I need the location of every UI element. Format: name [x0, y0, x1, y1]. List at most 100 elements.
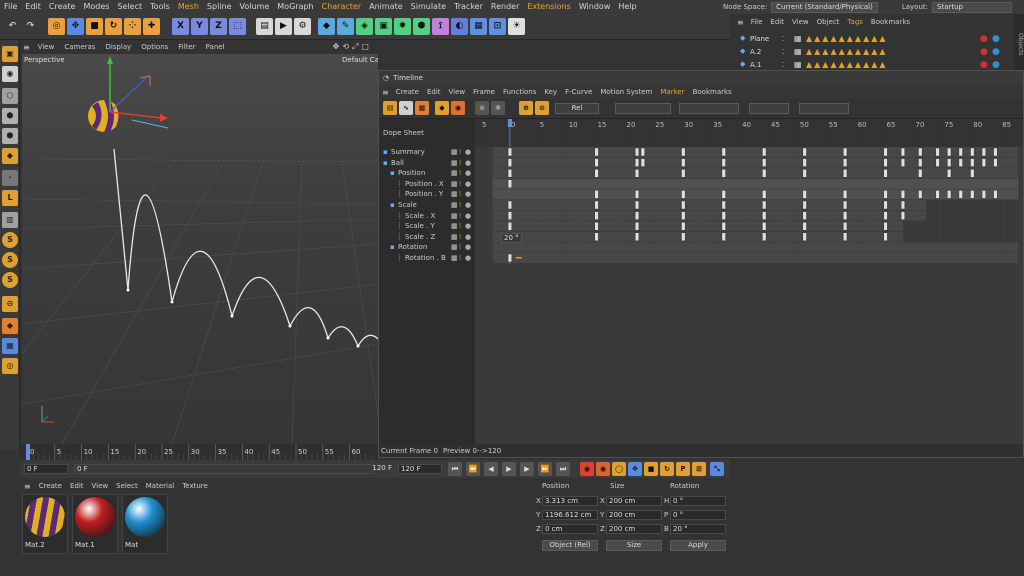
visibility-dots-icon[interactable]: ⁚ [782, 61, 784, 69]
keyframe[interactable] [883, 190, 888, 199]
material-ball-icon[interactable]: ● [980, 47, 988, 57]
keyframe[interactable] [635, 147, 640, 157]
y-axis-icon[interactable]: Y [191, 18, 208, 35]
grid-icon[interactable]: ▦ [2, 338, 18, 354]
keyframe[interactable] [594, 147, 599, 157]
keyframe[interactable] [993, 158, 998, 167]
track-lock-icon[interactable]: ⁞ [459, 242, 461, 252]
rotate-icon[interactable]: ↻ [105, 18, 122, 35]
keyframe[interactable] [721, 169, 726, 178]
keyframe[interactable] [802, 211, 807, 220]
keyframe[interactable] [883, 232, 888, 242]
deformer-icon[interactable]: ⟟ [432, 18, 449, 35]
objmgr-menu-tags[interactable]: Tags [843, 18, 867, 26]
keyframe[interactable] [843, 232, 848, 242]
keyframe[interactable] [507, 200, 512, 210]
keyframe[interactable] [918, 147, 923, 157]
keyframe[interactable] [958, 147, 963, 157]
solo-icon[interactable]: S [2, 232, 18, 248]
material-tags-icon[interactable]: ▲▲▲▲▲▲▲▲▲▲ [806, 47, 888, 56]
viewport-menu-options[interactable]: Options [136, 43, 173, 51]
pen-icon[interactable]: ✎ [337, 18, 354, 35]
menu-mograph[interactable]: MoGraph [273, 0, 317, 14]
material-tags-icon[interactable]: ▲▲▲▲▲▲▲▲▲▲ [806, 60, 888, 69]
timeline-menu-frame[interactable]: Frame [469, 88, 499, 96]
keyframe[interactable] [681, 221, 686, 231]
track-row[interactable]: ▪ Position ▦ ⁞ ● [379, 168, 475, 178]
material-hamburger-icon[interactable]: ≡ [20, 482, 35, 491]
fcurve-mode-icon[interactable]: ∿ [399, 101, 413, 115]
track-lock-icon[interactable]: ⁞ [459, 179, 461, 189]
track-lane[interactable] [492, 189, 1019, 200]
keyframe[interactable] [681, 200, 686, 210]
keyframe[interactable] [594, 169, 599, 178]
keyframe[interactable] [594, 221, 599, 231]
track-lane[interactable] [492, 253, 1019, 263]
keyframe[interactable] [635, 190, 640, 199]
key-param-icon[interactable]: P [676, 462, 690, 476]
keyframe[interactable] [594, 158, 599, 167]
time-slider-head[interactable] [26, 444, 30, 460]
track-toggle-icon[interactable]: ▦ [451, 189, 458, 199]
move-icon[interactable]: ✥ [67, 18, 84, 35]
track-toggle-icon[interactable]: ▦ [451, 211, 458, 221]
objmgr-menu-file[interactable]: File [747, 18, 767, 26]
light-icon[interactable]: ☀ [508, 18, 525, 35]
object-row[interactable]: ◆ Plane ⁚ ▦ ▲▲▲▲▲▲▲▲▲▲ ● ● [734, 34, 1020, 46]
keyframe[interactable] [681, 211, 686, 220]
key-pla-icon[interactable]: ⊞ [692, 462, 706, 476]
material-swatch[interactable]: Mat.2 [22, 494, 68, 554]
track-toggle-icon[interactable]: ▦ [451, 147, 458, 157]
menu-simulate[interactable]: Simulate [407, 0, 450, 14]
track-lock-icon[interactable]: ⁞ [459, 158, 461, 168]
keyframe[interactable] [900, 211, 905, 220]
menu-modes[interactable]: Modes [79, 0, 113, 14]
track-solo-icon[interactable]: ● [465, 232, 471, 242]
dope-sheet-area[interactable]: 5 0 5 10 15 20 25 30 35 40 45 50 55 60 65 70 75 80 85 20 ° [475, 119, 1023, 444]
environment-icon[interactable]: ▦ [470, 18, 487, 35]
keyframe[interactable] [802, 200, 807, 210]
keyframe[interactable] [900, 200, 905, 210]
keyframe[interactable] [507, 211, 512, 220]
keyframe[interactable] [681, 190, 686, 199]
material-ball-icon[interactable]: ● [992, 47, 1000, 57]
matmgr-menu-texture[interactable]: Texture [178, 482, 212, 490]
keyframe[interactable] [935, 147, 940, 157]
keyframe[interactable] [721, 158, 726, 167]
keyframe[interactable] [970, 169, 975, 178]
size-field[interactable]: 200 cm [606, 510, 662, 520]
track-lane[interactable] [492, 210, 927, 221]
viewport-menu-cameras[interactable]: Cameras [59, 43, 100, 51]
keyframe[interactable] [635, 211, 640, 220]
coordinate-system-icon[interactable]: ⬚ [229, 18, 246, 35]
keyframe[interactable] [635, 200, 640, 210]
menu-file[interactable]: File [0, 0, 21, 14]
track-solo-icon[interactable]: ● [465, 211, 471, 221]
track-row[interactable]: ┊ Scale . X ▦ ⁞ ● [379, 211, 475, 221]
key-mode-icon[interactable]: ◆ [435, 101, 449, 115]
track-lock-icon[interactable]: ⁞ [459, 189, 461, 199]
timeline-titlebar[interactable]: ◔ Timeline [379, 71, 1023, 85]
key-break-buttons[interactable] [799, 103, 849, 114]
track-lock-icon[interactable]: ⁞ [459, 221, 461, 231]
track-solo-icon[interactable]: ● [465, 158, 471, 168]
key-interp-buttons[interactable] [615, 103, 671, 114]
objmgr-menu-bookmarks[interactable]: Bookmarks [867, 18, 914, 26]
keyframe[interactable] [507, 147, 512, 157]
add-icon[interactable]: ✚ [143, 18, 160, 35]
keyframe[interactable] [721, 190, 726, 199]
solo-hierarchy-icon[interactable]: S [2, 252, 18, 268]
track-solo-icon[interactable]: ● [465, 179, 471, 189]
keyframe[interactable] [947, 158, 952, 167]
track-lane[interactable] [492, 242, 1019, 253]
next-key-icon[interactable]: ⏩ [538, 462, 552, 476]
live-select-icon[interactable]: ◎ [48, 18, 65, 35]
redo-icon[interactable]: ↷ [22, 18, 39, 35]
visibility-dots-icon[interactable]: ⁚ [782, 35, 784, 43]
keyframe[interactable] [681, 158, 686, 167]
timeline-menu-functions[interactable]: Functions [499, 88, 540, 96]
key-preset-buttons[interactable] [679, 103, 739, 114]
track-row[interactable]: ┊ Position . Y ▦ ⁞ ● [379, 189, 475, 199]
record-keys-icon[interactable]: ◉ [580, 462, 594, 476]
matmgr-menu-view[interactable]: View [88, 482, 113, 490]
